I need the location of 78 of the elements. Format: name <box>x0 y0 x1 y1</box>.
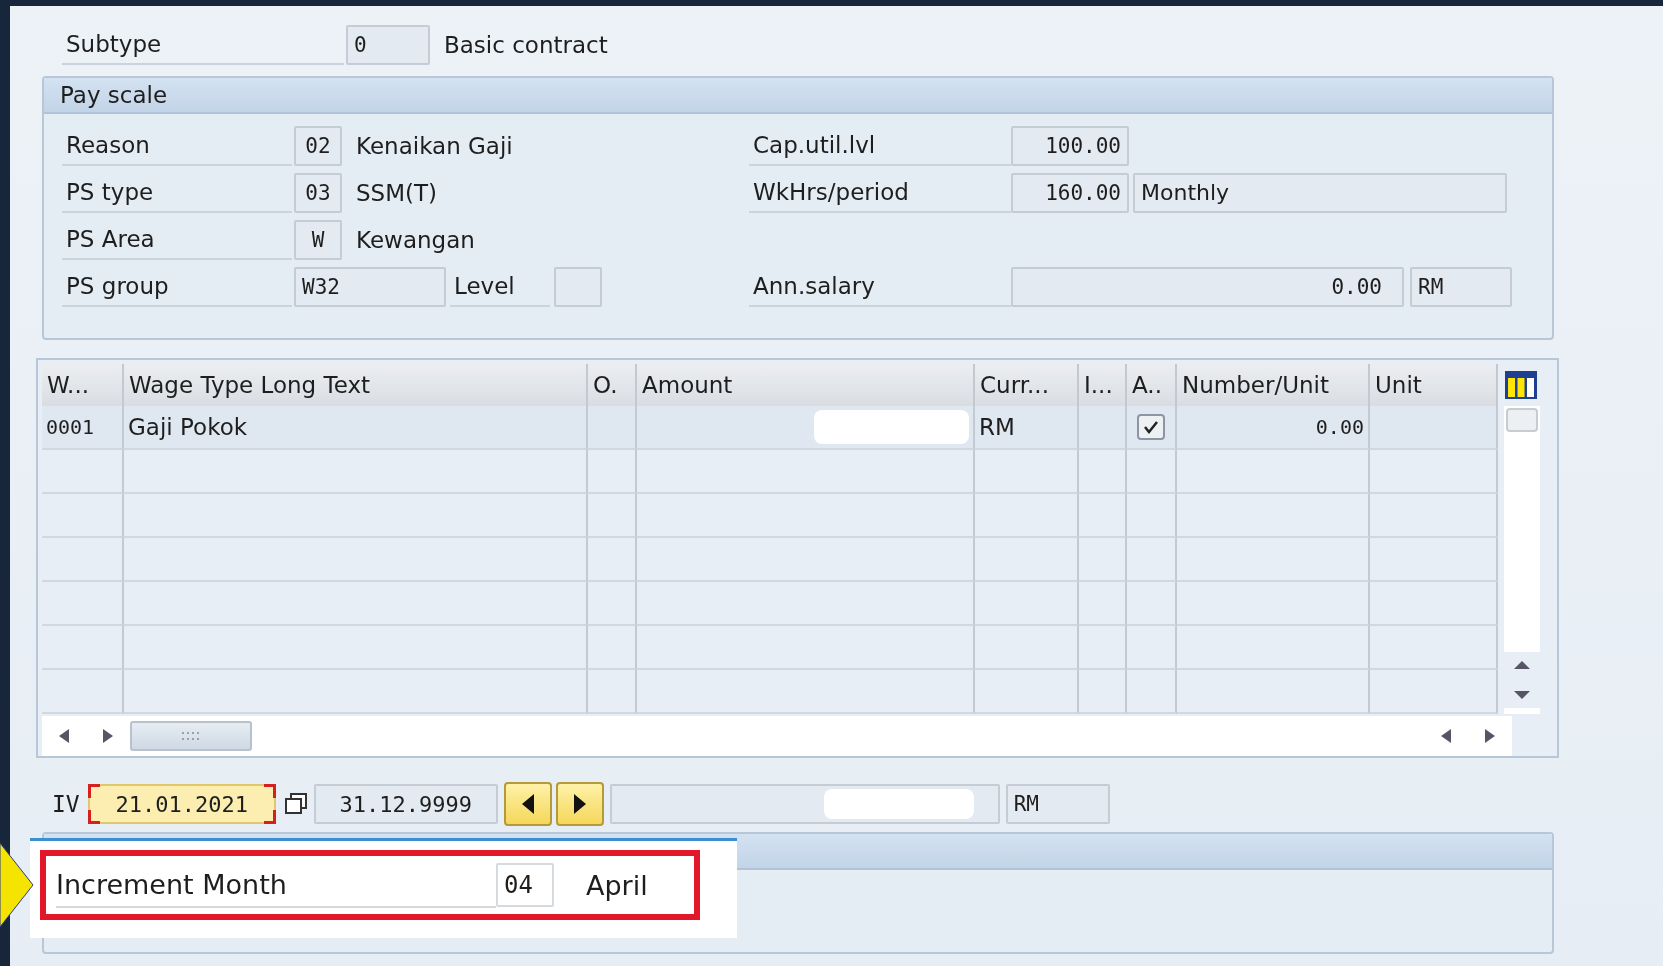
column-header[interactable]: Number/Unit <box>1177 364 1370 406</box>
table-cell <box>588 582 637 626</box>
previous-button[interactable] <box>503 782 552 826</box>
input-field[interactable]: 03 <box>294 172 342 213</box>
table-cell <box>1079 626 1127 670</box>
table-cell <box>1127 626 1177 670</box>
field-label: Level <box>450 266 550 307</box>
column-header[interactable]: O. <box>588 364 637 406</box>
field-description: Kenaikan Gaji <box>355 132 513 159</box>
date-field[interactable]: 21.01.2021 <box>87 784 276 824</box>
grip-icon[interactable] <box>180 730 202 742</box>
scroll-left-icon[interactable] <box>1440 728 1452 744</box>
table-cell <box>1079 450 1127 494</box>
next-button[interactable] <box>555 782 604 826</box>
table-cell <box>588 494 637 538</box>
input-field[interactable]: 02 <box>294 125 342 166</box>
column-header[interactable]: A.. <box>1127 364 1177 406</box>
input-field[interactable]: RM <box>1005 784 1110 824</box>
scroll-left-icon[interactable] <box>58 728 70 744</box>
column-header[interactable]: I... <box>1079 364 1127 406</box>
check-icon <box>1142 419 1160 435</box>
field-label: IV <box>52 791 80 817</box>
vertical-scrollbar[interactable] <box>1504 406 1540 714</box>
checkbox[interactable] <box>1137 414 1165 440</box>
right-arrow-icon[interactable] <box>572 793 587 815</box>
table-cell: 0001 <box>42 406 124 450</box>
input-field[interactable]: 04 <box>496 863 554 907</box>
scrollbar-thumb[interactable] <box>130 721 252 751</box>
table-cell <box>1127 538 1177 582</box>
table-cell: 0.00 <box>1177 406 1370 450</box>
input-field[interactable]: W32 <box>294 266 446 307</box>
pointer-arrow-icon <box>0 843 34 927</box>
field-label: PS group <box>62 266 292 307</box>
scroll-right-icon[interactable] <box>1484 728 1496 744</box>
group-title: Pay scale <box>44 78 1552 114</box>
field-label: PS type <box>62 172 292 213</box>
field-label: Subtype <box>62 25 344 65</box>
input-field[interactable]: 100.00 <box>1011 125 1129 166</box>
copy-icon[interactable] <box>283 793 308 815</box>
table-cell <box>588 626 637 670</box>
table-cell <box>588 538 637 582</box>
table-cell <box>1079 538 1127 582</box>
table-cell <box>1079 670 1127 714</box>
table-cell <box>588 450 637 494</box>
field-description: Kewangan <box>355 226 475 253</box>
date-field[interactable]: 31.12.9999 <box>313 784 498 824</box>
input-field[interactable]: RM <box>1410 266 1512 307</box>
scroll-down-icon[interactable] <box>1513 690 1531 700</box>
field-label: PS Area <box>62 219 292 260</box>
field-label: Reason <box>62 125 292 166</box>
table-cell <box>1127 670 1177 714</box>
table-cell: Gaji Pokok <box>124 406 588 450</box>
table-cell <box>588 670 637 714</box>
scroll-right-icon[interactable] <box>102 728 114 744</box>
column-header[interactable]: W... <box>42 364 124 406</box>
column-header[interactable]: Unit <box>1370 364 1498 406</box>
scroll-up-icon[interactable] <box>1513 660 1531 670</box>
field-description: SSM(T) <box>355 179 438 206</box>
input-field[interactable]: Monthly <box>1133 172 1507 213</box>
table-cell <box>1127 494 1177 538</box>
field-description: April <box>586 869 648 901</box>
input-field[interactable]: 0 <box>346 25 430 65</box>
column-header[interactable]: Amount <box>637 364 975 406</box>
table-cell <box>1127 582 1177 626</box>
table-cell <box>1079 582 1127 626</box>
table-cell: RM <box>975 406 1079 450</box>
column-header[interactable]: Wage Type Long Text <box>124 364 588 406</box>
input-field[interactable] <box>609 784 1000 824</box>
column-header[interactable]: Curr... <box>975 364 1079 406</box>
input-field[interactable]: 0.00 <box>1011 266 1404 307</box>
input-field[interactable] <box>554 266 602 307</box>
field-label: Increment Month <box>56 862 496 908</box>
left-arrow-icon[interactable] <box>520 793 535 815</box>
field-description: Basic contract <box>443 32 608 58</box>
column-settings-icon[interactable] <box>1504 370 1538 400</box>
input-field[interactable]: W <box>294 219 342 260</box>
input-field[interactable]: 160.00 <box>1011 172 1129 213</box>
table-cell <box>1079 494 1127 538</box>
